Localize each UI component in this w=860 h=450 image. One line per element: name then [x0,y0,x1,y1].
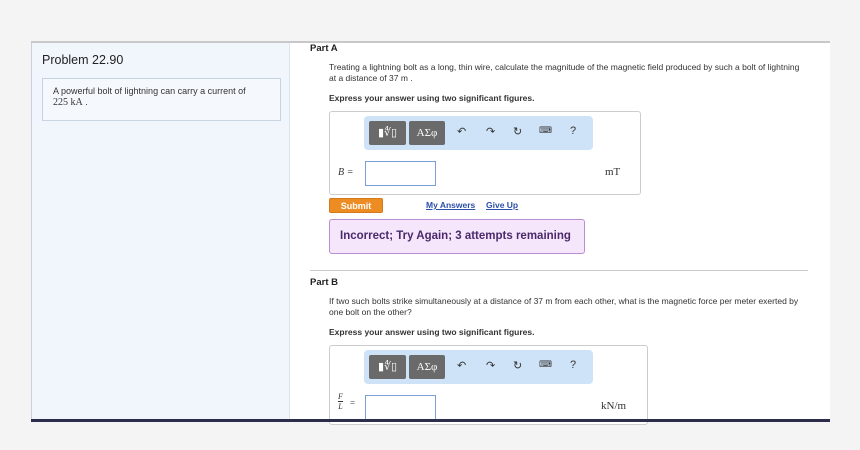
var-denominator: L [338,402,343,411]
answer-input-b[interactable] [365,161,436,186]
part-a-question: Treating a lightning bolt as a long, thi… [329,62,800,83]
part-b-question: If two such bolts strike simultaneously … [329,296,799,317]
keyboard-icon[interactable]: ⌨ [539,125,552,136]
page-frame: Problem 22.90 A powerful bolt of lightni… [31,41,830,425]
part-a-answer-box: ▮∜▯ ΑΣφ ↶ ↷ ↻ ⌨ ? B = mT [329,111,641,195]
keyboard-icon[interactable]: ⌨ [539,359,552,370]
help-button[interactable]: ? [570,359,576,371]
submit-button[interactable]: Submit [329,198,383,213]
feedback-message: Incorrect; Try Again; 3 attempts remaini… [329,219,585,254]
bottom-bar [31,419,830,422]
problem-sidebar: Problem 22.90 A powerful bolt of lightni… [31,43,290,421]
part-a-instruction: Express your answer using two significan… [329,93,535,103]
templates-button[interactable]: ▮∜▯ [369,355,406,379]
math-toolbar: ▮∜▯ ΑΣφ ↶ ↷ ↻ ⌨ ? [364,116,593,150]
undo-icon[interactable]: ↶ [457,125,466,138]
greek-button[interactable]: ΑΣφ [409,121,445,145]
part-b-answer-box: ▮∜▯ ΑΣφ ↶ ↷ ↻ ⌨ ? F L = kN/m [329,345,648,425]
give-up-link[interactable]: Give Up [486,200,518,210]
unit-label: mT [605,166,621,178]
intro-text: A powerful bolt of lightning can carry a… [53,86,246,96]
answer-input-f-over-l[interactable] [365,395,436,420]
divider [310,270,808,271]
reset-icon[interactable]: ↻ [513,125,522,138]
problem-title: Problem 22.90 [42,53,124,67]
var-numerator: F [338,392,343,402]
greek-button[interactable]: ΑΣφ [409,355,445,379]
help-button[interactable]: ? [570,125,576,137]
unit-label: kN/m [601,400,627,412]
variable-label: B = [338,167,354,178]
part-b-title: Part B [310,277,338,288]
part-a-title: Part A [310,43,338,54]
math-toolbar: ▮∜▯ ΑΣφ ↶ ↷ ↻ ⌨ ? [364,350,593,384]
my-answers-link[interactable]: My Answers [426,200,475,210]
reset-icon[interactable]: ↻ [513,359,522,372]
intro-end: . [85,97,88,107]
redo-icon[interactable]: ↷ [486,359,495,372]
undo-icon[interactable]: ↶ [457,359,466,372]
variable-fraction: F L [338,392,343,411]
redo-icon[interactable]: ↷ [486,125,495,138]
templates-button[interactable]: ▮∜▯ [369,121,406,145]
problem-intro: A powerful bolt of lightning can carry a… [42,78,281,121]
main-content: Part A Treating a lightning bolt as a lo… [290,43,830,425]
intro-value: 225 kA [53,97,83,108]
equals-sign: = [350,398,356,408]
part-b-instruction: Express your answer using two significan… [329,327,535,337]
